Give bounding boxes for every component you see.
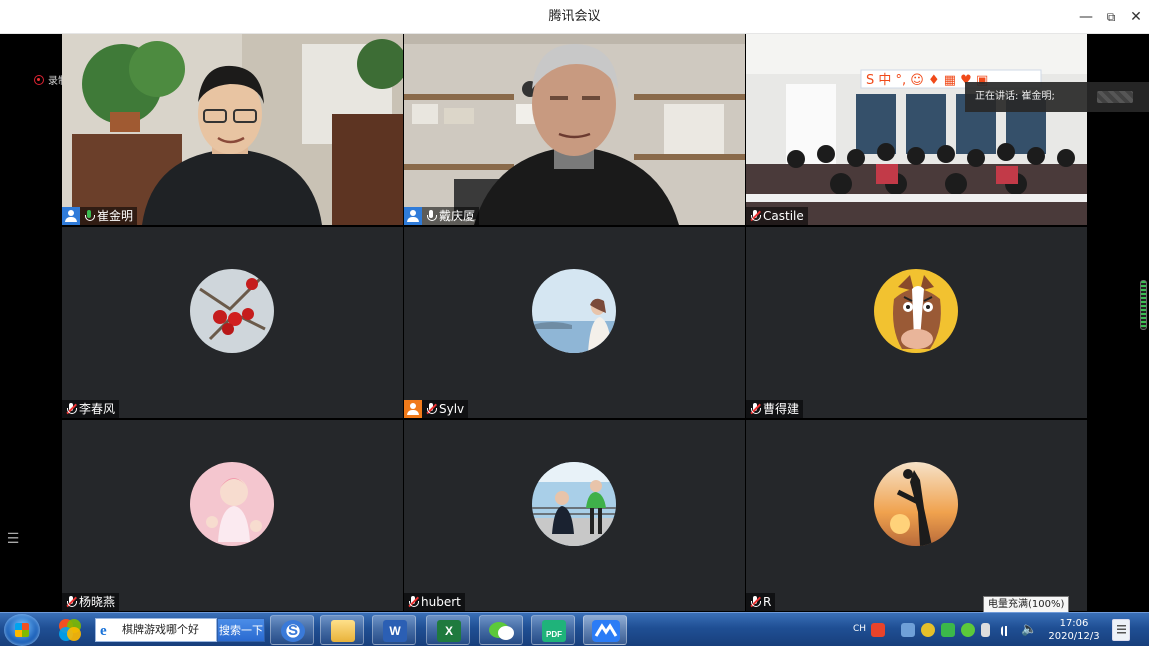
mic-muted-icon <box>65 595 77 609</box>
taskbar-app-pdf[interactable]: PDF <box>531 615 575 645</box>
start-button[interactable] <box>4 614 40 646</box>
participant-name-tag: 杨晓燕 <box>62 593 120 611</box>
participant-video <box>62 34 403 225</box>
taskbar-app-excel[interactable]: X <box>426 615 470 645</box>
participant-name: Castile <box>763 209 804 223</box>
tencent-meeting-icon <box>592 620 620 642</box>
restore-button[interactable]: ⧉ <box>1101 7 1121 27</box>
video-tile-2[interactable]: 戴庆厦 <box>404 34 745 225</box>
video-tile-8[interactable]: hubert <box>404 420 745 611</box>
participant-video: S 中 °, ☺ ♦ ▦ ♥ ▣ <box>746 34 1087 225</box>
avatar <box>874 462 958 546</box>
avatar <box>532 269 616 353</box>
battery-tooltip: 电量充满(100%) <box>983 596 1070 613</box>
host-icon <box>62 207 80 225</box>
avatar <box>532 462 616 546</box>
participant-video <box>404 34 745 225</box>
participant-name: Sylv <box>439 402 465 416</box>
video-tile-6[interactable]: 曹得建 <box>746 227 1087 418</box>
clock-time: 17:06 <box>1059 618 1089 629</box>
excel-icon: X <box>437 620 461 642</box>
mic-on-icon <box>83 209 95 223</box>
participant-name: hubert <box>421 595 461 609</box>
speaking-indicator: 正在讲话: 崔金明; <box>965 82 1149 112</box>
colorful-logo-icon <box>59 619 81 641</box>
participant-name-tag: 崔金明 <box>62 207 138 225</box>
wechat-icon <box>489 622 514 640</box>
taskbar-search-input[interactable]: e 棋牌游戏哪个好 <box>95 618 217 642</box>
participant-name-tag: 曹得建 <box>746 400 804 418</box>
clock-date: 2020/12/3 <box>1048 631 1100 642</box>
taskbar-app-sogou[interactable]: S <box>270 615 314 645</box>
word-icon: W <box>383 620 407 642</box>
volume-icon[interactable]: 🔈 <box>1021 622 1037 637</box>
video-tile-1[interactable]: 崔金明 <box>62 34 403 225</box>
input-language[interactable]: CH <box>853 624 866 634</box>
mic-muted-icon <box>425 402 437 416</box>
participant-name-tag: R <box>746 593 776 611</box>
host-icon <box>404 400 422 418</box>
participant-name: 戴庆厦 <box>439 209 476 223</box>
network-manager-icon[interactable] <box>901 623 915 637</box>
participant-name-tag: Sylv <box>404 400 469 418</box>
taskbar-app-360[interactable] <box>48 615 92 645</box>
taskbar-app-word[interactable]: W <box>372 615 416 645</box>
meeting-stage: 录制中 ☰ 崔金明 <box>0 34 1149 612</box>
security-icon[interactable] <box>921 623 935 637</box>
host-icon <box>404 207 422 225</box>
folder-icon <box>331 620 355 642</box>
close-button[interactable]: ✕ <box>1126 7 1146 27</box>
participant-name: 杨晓燕 <box>79 595 116 609</box>
participant-name-tag: 李春风 <box>62 400 120 418</box>
taskbar-app-tencent-meeting[interactable] <box>583 615 627 645</box>
search-button[interactable]: 搜索一下 <box>217 618 265 642</box>
participant-name: 李春风 <box>79 402 116 416</box>
sogou-browser-icon: S <box>281 620 305 642</box>
mic-muted-icon <box>65 402 77 416</box>
battery-icon[interactable] <box>981 623 990 637</box>
mic-muted-icon <box>407 595 419 609</box>
sogou-ime-icon[interactable] <box>871 623 885 637</box>
mic-on-icon <box>425 209 437 223</box>
video-tile-7[interactable]: 杨晓燕 <box>62 420 403 611</box>
participant-list-toggle[interactable]: ☰ <box>2 528 24 550</box>
avatar <box>874 269 958 353</box>
avatar <box>190 462 274 546</box>
participant-name-tag: 戴庆厦 <box>404 207 480 225</box>
participant-name: 崔金明 <box>97 209 134 223</box>
pdf-icon: PDF <box>542 620 566 642</box>
video-tile-9[interactable]: R <box>746 420 1087 611</box>
speaking-label: 正在讲话: 崔金明; <box>975 91 1055 102</box>
video-tile-4[interactable]: 李春风 <box>62 227 403 418</box>
participant-name-tag: hubert <box>404 593 465 611</box>
window-title: 腾讯会议 <box>548 9 601 24</box>
record-icon <box>34 74 44 85</box>
taskbar-app-explorer[interactable] <box>320 615 364 645</box>
search-text: 棋牌游戏哪个好 <box>122 623 199 636</box>
taskbar-app-wechat[interactable] <box>479 615 523 645</box>
participant-name-tag: Castile <box>746 207 808 225</box>
participant-name: R <box>763 595 772 609</box>
mic-muted-icon <box>749 402 761 416</box>
mic-muted-icon <box>749 595 761 609</box>
avatar <box>190 269 274 353</box>
signal-icon[interactable] <box>1001 626 1015 636</box>
ie-icon: e <box>100 623 107 639</box>
wechat-tray-icon[interactable] <box>961 623 975 637</box>
notification-icon[interactable] <box>1112 619 1130 641</box>
video-tile-3[interactable]: S 中 °, ☺ ♦ ▦ ♥ ▣ Castile <box>746 34 1087 225</box>
speaker-avatar-icon <box>1097 91 1133 103</box>
mic-muted-icon <box>749 209 761 223</box>
title-bar: 腾讯会议 — ⧉ ✕ <box>0 0 1149 34</box>
taskbar: e 棋牌游戏哪个好 搜索一下 S W X PDF CH 🔈 17:06 2020… <box>0 612 1149 646</box>
taskbar-clock[interactable]: 17:06 2020/12/3 <box>1042 617 1106 643</box>
video-tile-5[interactable]: Sylv <box>404 227 745 418</box>
shield-icon[interactable] <box>941 623 955 637</box>
participant-name: 曹得建 <box>763 402 800 416</box>
volume-level-icon <box>1140 280 1147 330</box>
minimize-button[interactable]: — <box>1076 7 1096 27</box>
